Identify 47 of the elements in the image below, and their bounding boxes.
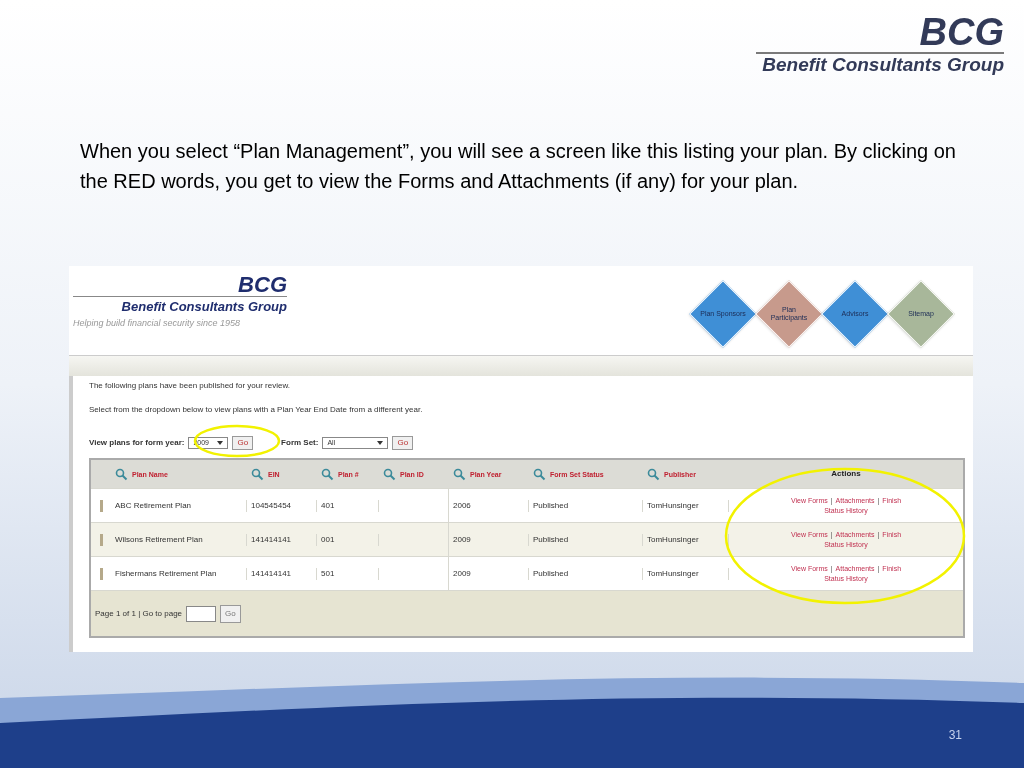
table-cell: 104545454	[247, 499, 317, 512]
row-handle-icon[interactable]	[99, 533, 103, 546]
table-cell: 501	[317, 567, 379, 580]
logo-tagline: Helping build financial security since 1958	[73, 316, 241, 330]
search-icon[interactable]	[533, 467, 546, 481]
table-cell: TomHunsinger	[643, 533, 729, 546]
go-button[interactable]: Go	[220, 604, 241, 623]
go-button[interactable]: Go	[392, 436, 414, 450]
table-cell: TomHunsinger	[643, 499, 729, 512]
caret-icon	[217, 441, 224, 445]
search-icon[interactable]	[383, 467, 396, 481]
table-cell: 141414141	[247, 533, 317, 546]
table-cell: ABC Retirement Plan	[111, 499, 247, 512]
pager-text: Page 1 of 1 | Go to page	[95, 607, 183, 620]
search-icon[interactable]	[453, 467, 466, 481]
table-cell: 141414141	[247, 567, 317, 580]
table-cell: Published	[529, 499, 643, 512]
slide-paragraph: When you select “Plan Management”, you will see a screen like this listing your plan. By clicking on the RED words, you get to view the Forms and Attachments (if any) for your plan.	[80, 139, 957, 194]
table-cell: 2009	[449, 567, 529, 580]
table-cell: 001	[317, 533, 379, 546]
table-cell: 401	[317, 499, 379, 512]
table-cell: Published	[529, 533, 643, 546]
table-cell: 2009	[449, 533, 529, 546]
search-icon[interactable]	[115, 467, 128, 481]
row-handle-icon[interactable]	[99, 499, 103, 512]
logo-name: Benefit Consultants Group	[121, 298, 287, 316]
intro-text: The following plans have been published for your review.	[89, 380, 291, 392]
page-input[interactable]	[186, 605, 217, 622]
table-cell: TomHunsinger	[643, 567, 729, 580]
intro-text: Select from the dropdown below to view plans with a Plan Year End Date from a different year.	[89, 404, 424, 416]
filter-label: View plans for form year:	[89, 437, 185, 449]
go-button[interactable]: Go	[232, 436, 254, 450]
search-icon[interactable]	[251, 467, 264, 481]
search-icon[interactable]	[321, 467, 334, 481]
search-icon[interactable]	[647, 467, 660, 481]
logo-name: Benefit Consultants Group	[762, 54, 1004, 76]
table-cell: Published	[529, 567, 643, 580]
logo-mark: BCG	[238, 274, 287, 296]
row-handle-icon[interactable]	[99, 567, 103, 580]
filter-label: Form Set:	[281, 437, 319, 449]
table-cell: 2006	[449, 499, 529, 512]
table-cell: Fishermans Retirement Plan	[111, 567, 247, 580]
column-header: Actions	[830, 468, 862, 480]
page-number: 31	[948, 727, 962, 744]
caret-icon	[377, 441, 384, 445]
logo-mark: BCG	[919, 12, 1004, 52]
table-cell: Wilsons Retirement Plan	[111, 533, 247, 546]
